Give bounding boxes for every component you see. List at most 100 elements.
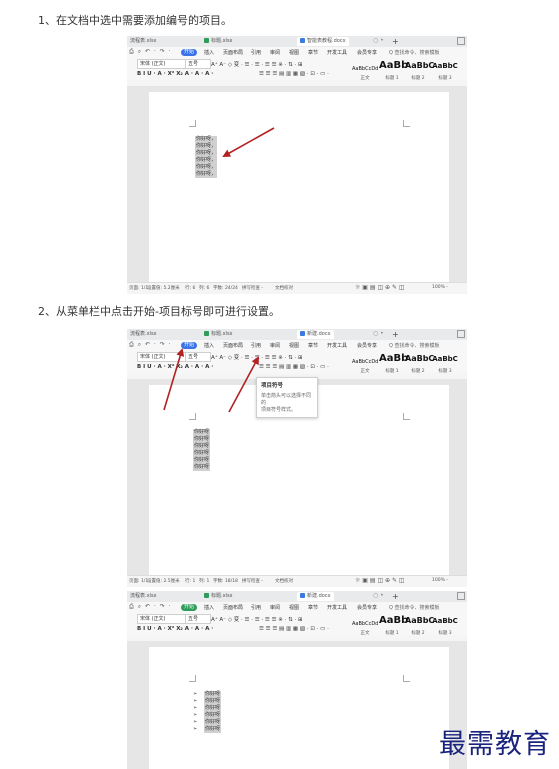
window-icon[interactable] (457, 592, 465, 600)
window-icon[interactable] (457, 330, 465, 338)
bulleted-line[interactable]: 你好呀 (204, 691, 222, 698)
new-tab-button[interactable]: + (392, 592, 399, 601)
selected-line[interactable]: 你好呀 (193, 450, 211, 457)
style-heading-2[interactable]: AaBbC 标题 2 (405, 353, 434, 374)
menu-reference[interactable]: 引用 (251, 342, 261, 349)
selected-line[interactable]: 你好呀， (195, 164, 218, 171)
menu-section[interactable]: 章节 (308, 604, 318, 611)
menu-view[interactable]: 视图 (289, 604, 299, 611)
font-name-select[interactable]: 宋体 (正文) (137, 59, 187, 69)
bulleted-line[interactable]: 你好呀 (204, 705, 222, 712)
command-search[interactable]: Q 查找命令、搜索模板 (389, 342, 440, 349)
quick-access-icons[interactable]: ⎙ ⌕ ↶ · ↷ · (129, 48, 172, 56)
style-heading-1[interactable]: AaBb 标题 1 (379, 60, 408, 81)
style-heading-3[interactable]: AaBbC 标题 3 (431, 60, 459, 81)
quick-access-icons[interactable]: ⎙ ⌕ ↶ · ↷ · (129, 603, 172, 611)
font-name-select[interactable]: 宋体 (正文) (137, 352, 187, 362)
style-normal[interactable]: AaBbCcDd 正文 (352, 615, 378, 636)
bulleted-line[interactable]: 你好呀 (204, 726, 222, 733)
tab-xlsx-2[interactable]: 标题.xlsx (201, 592, 236, 601)
format-tools-1[interactable]: A⁺ A⁻ ◇ 变 · ☰ · ☰ · ☰ ☰ ※ · ⇅ · ⊞ (211, 60, 303, 68)
bulleted-line[interactable]: 你好呀 (204, 719, 222, 726)
style-normal[interactable]: AaBbCcDd 正文 (352, 60, 378, 81)
menu-review[interactable]: 审阅 (270, 49, 280, 56)
bulleted-line[interactable]: 你好呀 (204, 712, 222, 719)
selected-line[interactable]: 你好呀 (193, 464, 211, 471)
tab-xlsx-1[interactable]: 流程表.xlsx (127, 37, 160, 46)
style-heading-3[interactable]: AaBbC 标题 3 (431, 615, 459, 636)
style-heading-2[interactable]: AaBbC 标题 2 (405, 60, 434, 81)
document-area[interactable]: ➢ 你好呀 ➢ 你好呀 ➢ 你好呀 ➢ 你好呀 ➢ 你好呀 ➢ 你好呀 (127, 641, 467, 769)
tab-docx[interactable]: 新建.docx (297, 330, 334, 339)
document-page[interactable]: ➢ 你好呀 ➢ 你好呀 ➢ 你好呀 ➢ 你好呀 ➢ 你好呀 ➢ 你好呀 (149, 647, 449, 769)
paragraph-tools[interactable]: ☰ ☰ ☰ ▤ ▥ ▦ ▧ · ⊡ · ▭ · (259, 71, 329, 77)
menu-start[interactable]: 开始 (181, 49, 198, 56)
style-heading-1[interactable]: AaBb 标题 1 (379, 353, 408, 374)
tab-xlsx-2[interactable]: 标题.xlsx (201, 330, 236, 339)
menu-view[interactable]: 视图 (289, 49, 299, 56)
font-size-select[interactable]: 五号 (185, 614, 211, 624)
status-zoom[interactable]: 100% - (432, 285, 448, 290)
menu-developer[interactable]: 开发工具 (327, 49, 347, 56)
menu-member[interactable]: 会员专享 (357, 49, 377, 56)
selected-line[interactable]: 你好呀， (195, 136, 218, 143)
status-spell[interactable]: 拼写检查 - (242, 285, 263, 291)
text-format-tools[interactable]: B I U · A · X² X₂ A · A · A · (137, 364, 213, 370)
menu-start[interactable]: 开始 (181, 604, 198, 611)
menu-reference[interactable]: 引用 (251, 604, 261, 611)
selected-line[interactable]: 你好呀， (195, 171, 218, 178)
command-search[interactable]: Q 查找命令、搜索模板 (389, 49, 440, 56)
menu-layout[interactable]: 页面布局 (223, 604, 243, 611)
paragraph-tools[interactable]: ☰ ☰ ☰ ▤ ▥ ▦ ▧ · ⊡ · ▭ · (259, 364, 329, 370)
menu-insert[interactable]: 插入 (204, 604, 214, 611)
font-name-select[interactable]: 宋体 (正文) (137, 614, 187, 624)
format-tools-1[interactable]: A⁺ A⁻ ◇ 变 · ☰ · ☰ · ☰ ☰ ※ · ⇅ · ⊞ (211, 353, 303, 361)
menu-layout[interactable]: 页面布局 (223, 49, 243, 56)
menu-layout[interactable]: 页面布局 (223, 342, 243, 349)
selected-line[interactable]: 你好呀 (193, 443, 211, 450)
command-search[interactable]: Q 查找命令、搜索模板 (389, 604, 440, 611)
window-icon[interactable] (457, 37, 465, 45)
menu-start[interactable]: 开始 (181, 342, 198, 349)
bulleted-line[interactable]: 你好呀 (204, 698, 222, 705)
selected-line[interactable]: 你好呀 (193, 436, 211, 443)
document-page[interactable]: 你好呀， 你好呀， 你好呀， 你好呀， 你好呀， 你好呀， (149, 92, 449, 282)
tab-xlsx-1[interactable]: 流程表.xlsx (127, 592, 160, 601)
text-format-tools[interactable]: B I U · A · X² X₂ A · A · A · (137, 626, 213, 632)
new-tab-button[interactable]: + (392, 330, 399, 339)
menu-reference[interactable]: 引用 (251, 49, 261, 56)
style-heading-3[interactable]: AaBbC 标题 3 (431, 353, 459, 374)
menu-review[interactable]: 审阅 (270, 342, 280, 349)
tab-docx[interactable]: 智能表教程.docx (297, 37, 349, 46)
style-heading-1[interactable]: AaBb 标题 1 (379, 615, 408, 636)
selected-line[interactable]: 你好呀， (195, 157, 218, 164)
selected-line[interactable]: 你好呀 (193, 457, 211, 464)
new-tab-button[interactable]: + (392, 37, 399, 46)
status-proofread[interactable]: 文档校对 (275, 285, 293, 291)
menu-insert[interactable]: 插入 (204, 49, 214, 56)
selected-line[interactable]: 你好呀 (193, 429, 211, 436)
quick-access-icons[interactable]: ⎙ ⌕ ↶ · ↷ · (129, 341, 172, 349)
selected-line[interactable]: 你好呀， (195, 143, 218, 150)
menu-insert[interactable]: 插入 (204, 342, 214, 349)
font-size-select[interactable]: 五号 (185, 59, 211, 69)
menu-section[interactable]: 章节 (308, 342, 318, 349)
menu-developer[interactable]: 开发工具 (327, 342, 347, 349)
status-proofread[interactable]: 文档校对 (275, 578, 293, 584)
view-mode-icons[interactable]: ☼ ▣ ▤ ◫ ⊕ ✎ ◫ (355, 577, 405, 584)
menu-view[interactable]: 视图 (289, 342, 299, 349)
style-normal[interactable]: AaBbCcDd 正文 (352, 353, 378, 374)
document-area[interactable]: 你好呀， 你好呀， 你好呀， 你好呀， 你好呀， 你好呀， (127, 86, 467, 282)
format-tools-1[interactable]: A⁺ A⁻ ◇ 变 · ☰ · ☰ · ☰ ☰ ※ · ⇅ · ⊞ (211, 615, 303, 623)
font-size-select[interactable]: 五号 (185, 352, 211, 362)
menu-review[interactable]: 审阅 (270, 604, 280, 611)
menu-member[interactable]: 会员专享 (357, 604, 377, 611)
status-zoom[interactable]: 100% - (432, 578, 448, 583)
status-spell[interactable]: 拼写检查 - (242, 578, 263, 584)
style-heading-2[interactable]: AaBbC 标题 2 (405, 615, 434, 636)
menu-section[interactable]: 章节 (308, 49, 318, 56)
view-mode-icons[interactable]: ☼ ▣ ▤ ◫ ⊕ ✎ ◫ (355, 284, 405, 291)
tab-xlsx-2[interactable]: 标题.xlsx (201, 37, 236, 46)
menu-member[interactable]: 会员专享 (357, 342, 377, 349)
paragraph-tools[interactable]: ☰ ☰ ☰ ▤ ▥ ▦ ▧ · ⊡ · ▭ · (259, 626, 329, 632)
